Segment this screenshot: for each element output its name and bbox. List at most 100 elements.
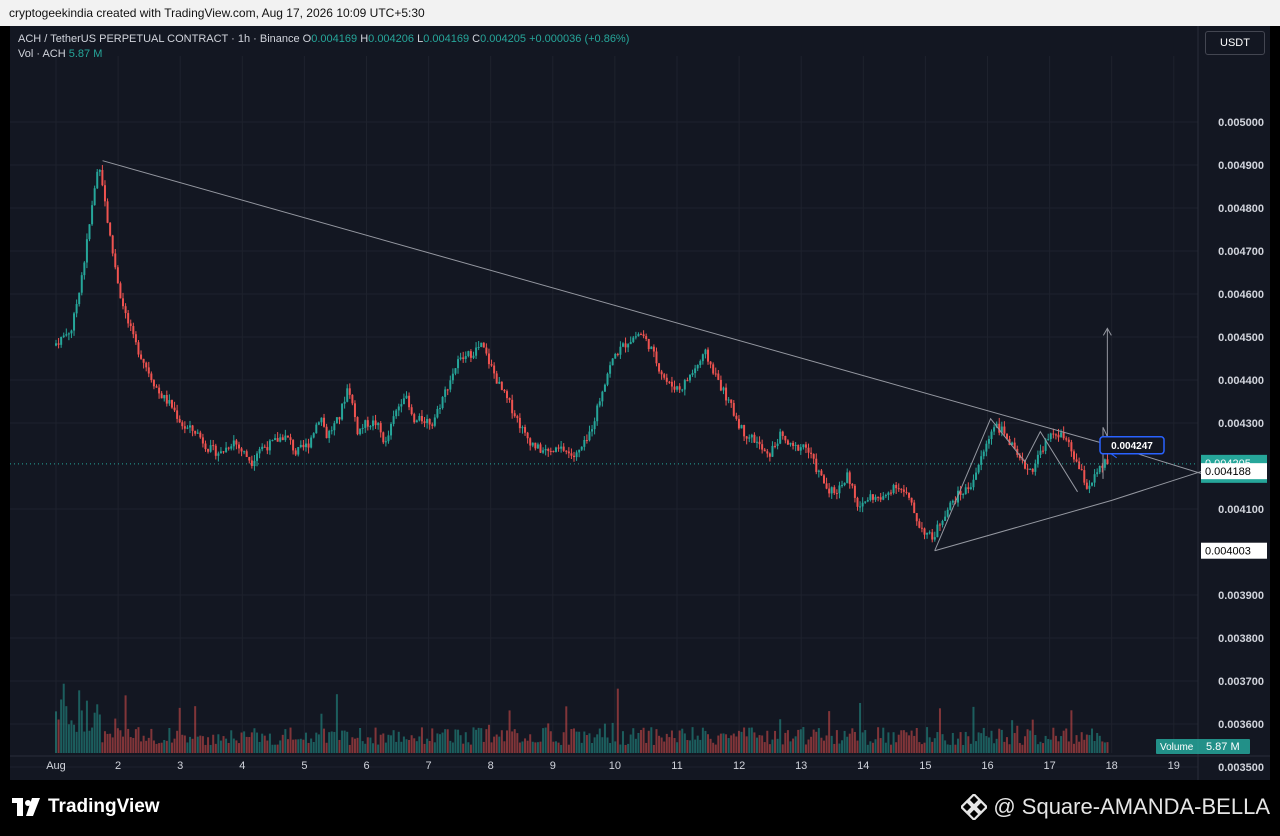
candle-body xyxy=(603,384,606,392)
volume-bar xyxy=(676,742,679,753)
volume-bar xyxy=(658,735,661,753)
candle-body xyxy=(1029,468,1032,470)
volume-bar xyxy=(1008,744,1011,753)
volume-bar xyxy=(709,738,712,753)
candle-body xyxy=(189,425,192,428)
volume-bar xyxy=(297,739,300,753)
volume-bar xyxy=(330,731,333,753)
candle-body xyxy=(542,450,545,453)
candle-body xyxy=(281,437,284,441)
candle-body xyxy=(165,395,168,404)
x-tick-label: 19 xyxy=(1168,760,1180,772)
candle-body xyxy=(356,417,359,435)
candle-body xyxy=(1080,469,1083,471)
volume-bar xyxy=(712,742,715,753)
volume-bar xyxy=(1093,740,1096,753)
candle-body xyxy=(678,386,681,390)
candle-body xyxy=(712,364,715,374)
candle-body xyxy=(624,343,627,348)
volume-bar xyxy=(972,706,975,753)
volume-bar xyxy=(366,737,369,753)
candle-body xyxy=(946,509,949,517)
volume-bar xyxy=(441,732,444,753)
volume-bar xyxy=(982,727,985,753)
candle-body xyxy=(980,456,983,465)
candle-body xyxy=(696,365,699,369)
candle-body xyxy=(681,389,684,391)
candle-body xyxy=(745,436,748,439)
volume-bar xyxy=(786,730,789,753)
candle-body xyxy=(585,439,588,441)
candle-body xyxy=(124,306,127,314)
volume-bar xyxy=(975,741,978,753)
candle-body xyxy=(191,425,194,431)
symbol-title[interactable]: ACH / TetherUS PERPETUAL CONTRACT · 1h ·… xyxy=(18,33,300,45)
volume-bar xyxy=(320,713,323,753)
watermark-text: @ Square-AMANDA-BELLA xyxy=(993,794,1270,819)
candle-body xyxy=(103,185,106,202)
volume-bar xyxy=(529,734,532,753)
candle-body xyxy=(614,353,617,359)
volume-bar xyxy=(433,742,436,753)
volume-bar xyxy=(1078,741,1081,753)
candle-body xyxy=(866,500,869,502)
volume-bar xyxy=(843,730,846,753)
candle-body xyxy=(902,489,905,492)
candle-body xyxy=(629,341,632,345)
candle-body xyxy=(859,506,862,508)
volume-bar xyxy=(438,734,441,753)
candle-body xyxy=(209,445,212,452)
volume-bar xyxy=(395,741,398,753)
candle-body xyxy=(420,415,423,422)
candle-body xyxy=(402,398,405,405)
volume-bar xyxy=(593,737,596,753)
candle-body xyxy=(441,396,444,409)
volume-bar xyxy=(802,727,805,753)
volume-bar xyxy=(859,702,862,753)
candle-body xyxy=(230,446,233,449)
candle-body xyxy=(400,404,403,407)
candle-body xyxy=(565,450,568,452)
volume-bar xyxy=(552,741,555,753)
candlestick-chart[interactable]: 0.005000 0.004900 0.004800 0.004700 0.004600… xyxy=(10,26,1270,780)
candle-body xyxy=(982,451,985,457)
candle-body xyxy=(371,420,374,427)
candle-body xyxy=(634,336,637,338)
volume-bar xyxy=(936,732,939,753)
volume-bar xyxy=(536,742,539,753)
volume-bar xyxy=(629,734,632,753)
y-tick-label: 0.004100 xyxy=(1218,504,1264,516)
volume-bar xyxy=(114,718,117,753)
candle-body xyxy=(245,451,248,458)
candle-body xyxy=(560,446,563,449)
candle-body xyxy=(83,262,86,276)
volume-bar xyxy=(601,737,604,753)
candle-body xyxy=(817,470,820,472)
candle-body xyxy=(691,373,694,375)
volume-bar xyxy=(454,729,457,753)
candle-body xyxy=(93,188,96,206)
volume-bar xyxy=(508,710,511,753)
candle-body xyxy=(743,425,746,437)
volume-legend-label: Vol · ACH xyxy=(18,48,66,60)
candle-body xyxy=(596,405,599,422)
currency-selector[interactable]: USDT xyxy=(1205,31,1265,55)
volume-bar xyxy=(774,730,777,753)
candle-body xyxy=(436,408,439,418)
candle-body xyxy=(266,447,269,451)
volume-bar xyxy=(343,730,346,753)
volume-bar xyxy=(245,736,248,753)
candle-body xyxy=(601,391,604,402)
candle-body xyxy=(160,393,163,399)
candle-body xyxy=(96,171,99,189)
candle-body xyxy=(508,398,511,400)
candle-body xyxy=(573,455,576,458)
volume-bar xyxy=(387,734,390,753)
volume-bar xyxy=(160,742,163,753)
volume-bar xyxy=(583,731,586,753)
volume-bar xyxy=(964,731,967,753)
candle-body xyxy=(583,439,586,447)
candle-body xyxy=(395,410,398,417)
volume-bar xyxy=(134,729,137,753)
candle-body xyxy=(183,426,186,429)
